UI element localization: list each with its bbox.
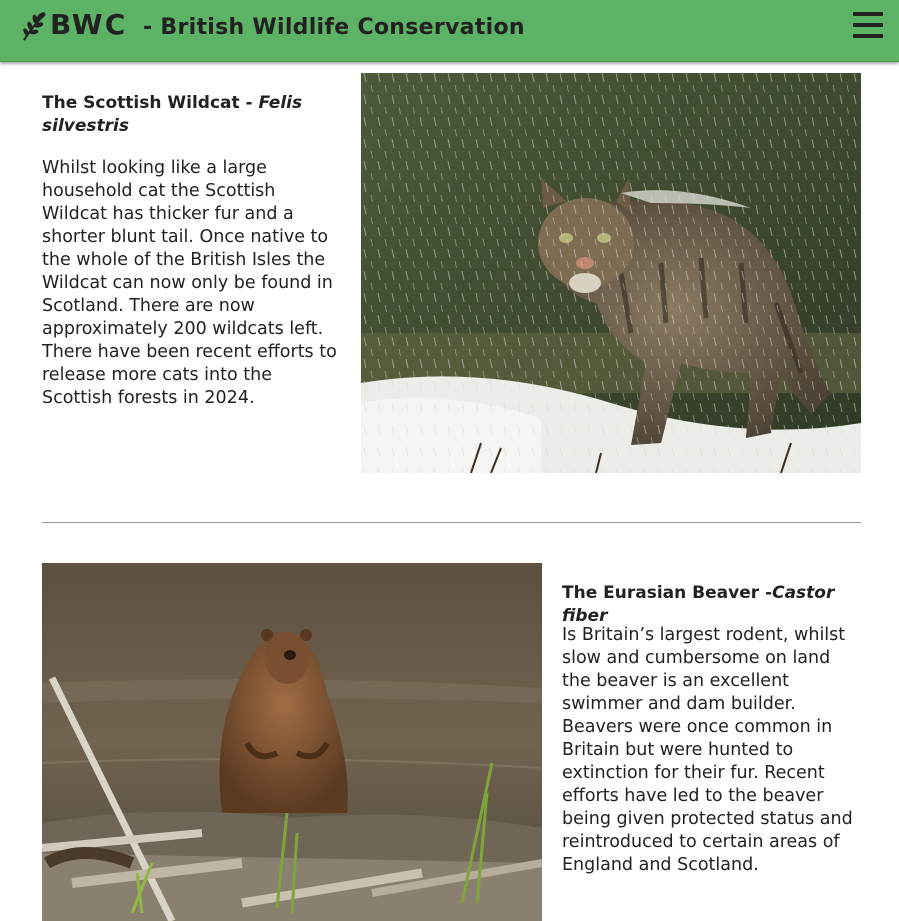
beaver-common-name: The Eurasian Beaver - xyxy=(562,583,773,603)
wildcat-title: The Scottish Wildcat - Felis silvestris xyxy=(42,92,342,138)
wildcat-common-name: The Scottish Wildcat - xyxy=(42,93,259,113)
beaver-description: Is Britain’s largest rodent, whilst slow… xyxy=(562,625,853,875)
section-divider xyxy=(42,522,861,523)
site-header: BWC - British Wildlife Conservation xyxy=(0,0,899,62)
beaver-title: The Eurasian Beaver -Castor fiber xyxy=(562,582,862,628)
beaver-photo xyxy=(42,563,542,921)
leaf-branch-icon xyxy=(21,10,49,42)
hamburger-menu-icon[interactable] xyxy=(853,12,883,38)
logo-text[interactable]: BWC xyxy=(50,8,127,41)
wildcat-description: Whilst looking like a large household ca… xyxy=(42,158,337,408)
site-title: - British Wildlife Conservation xyxy=(143,15,525,40)
wildcat-photo xyxy=(361,73,861,473)
